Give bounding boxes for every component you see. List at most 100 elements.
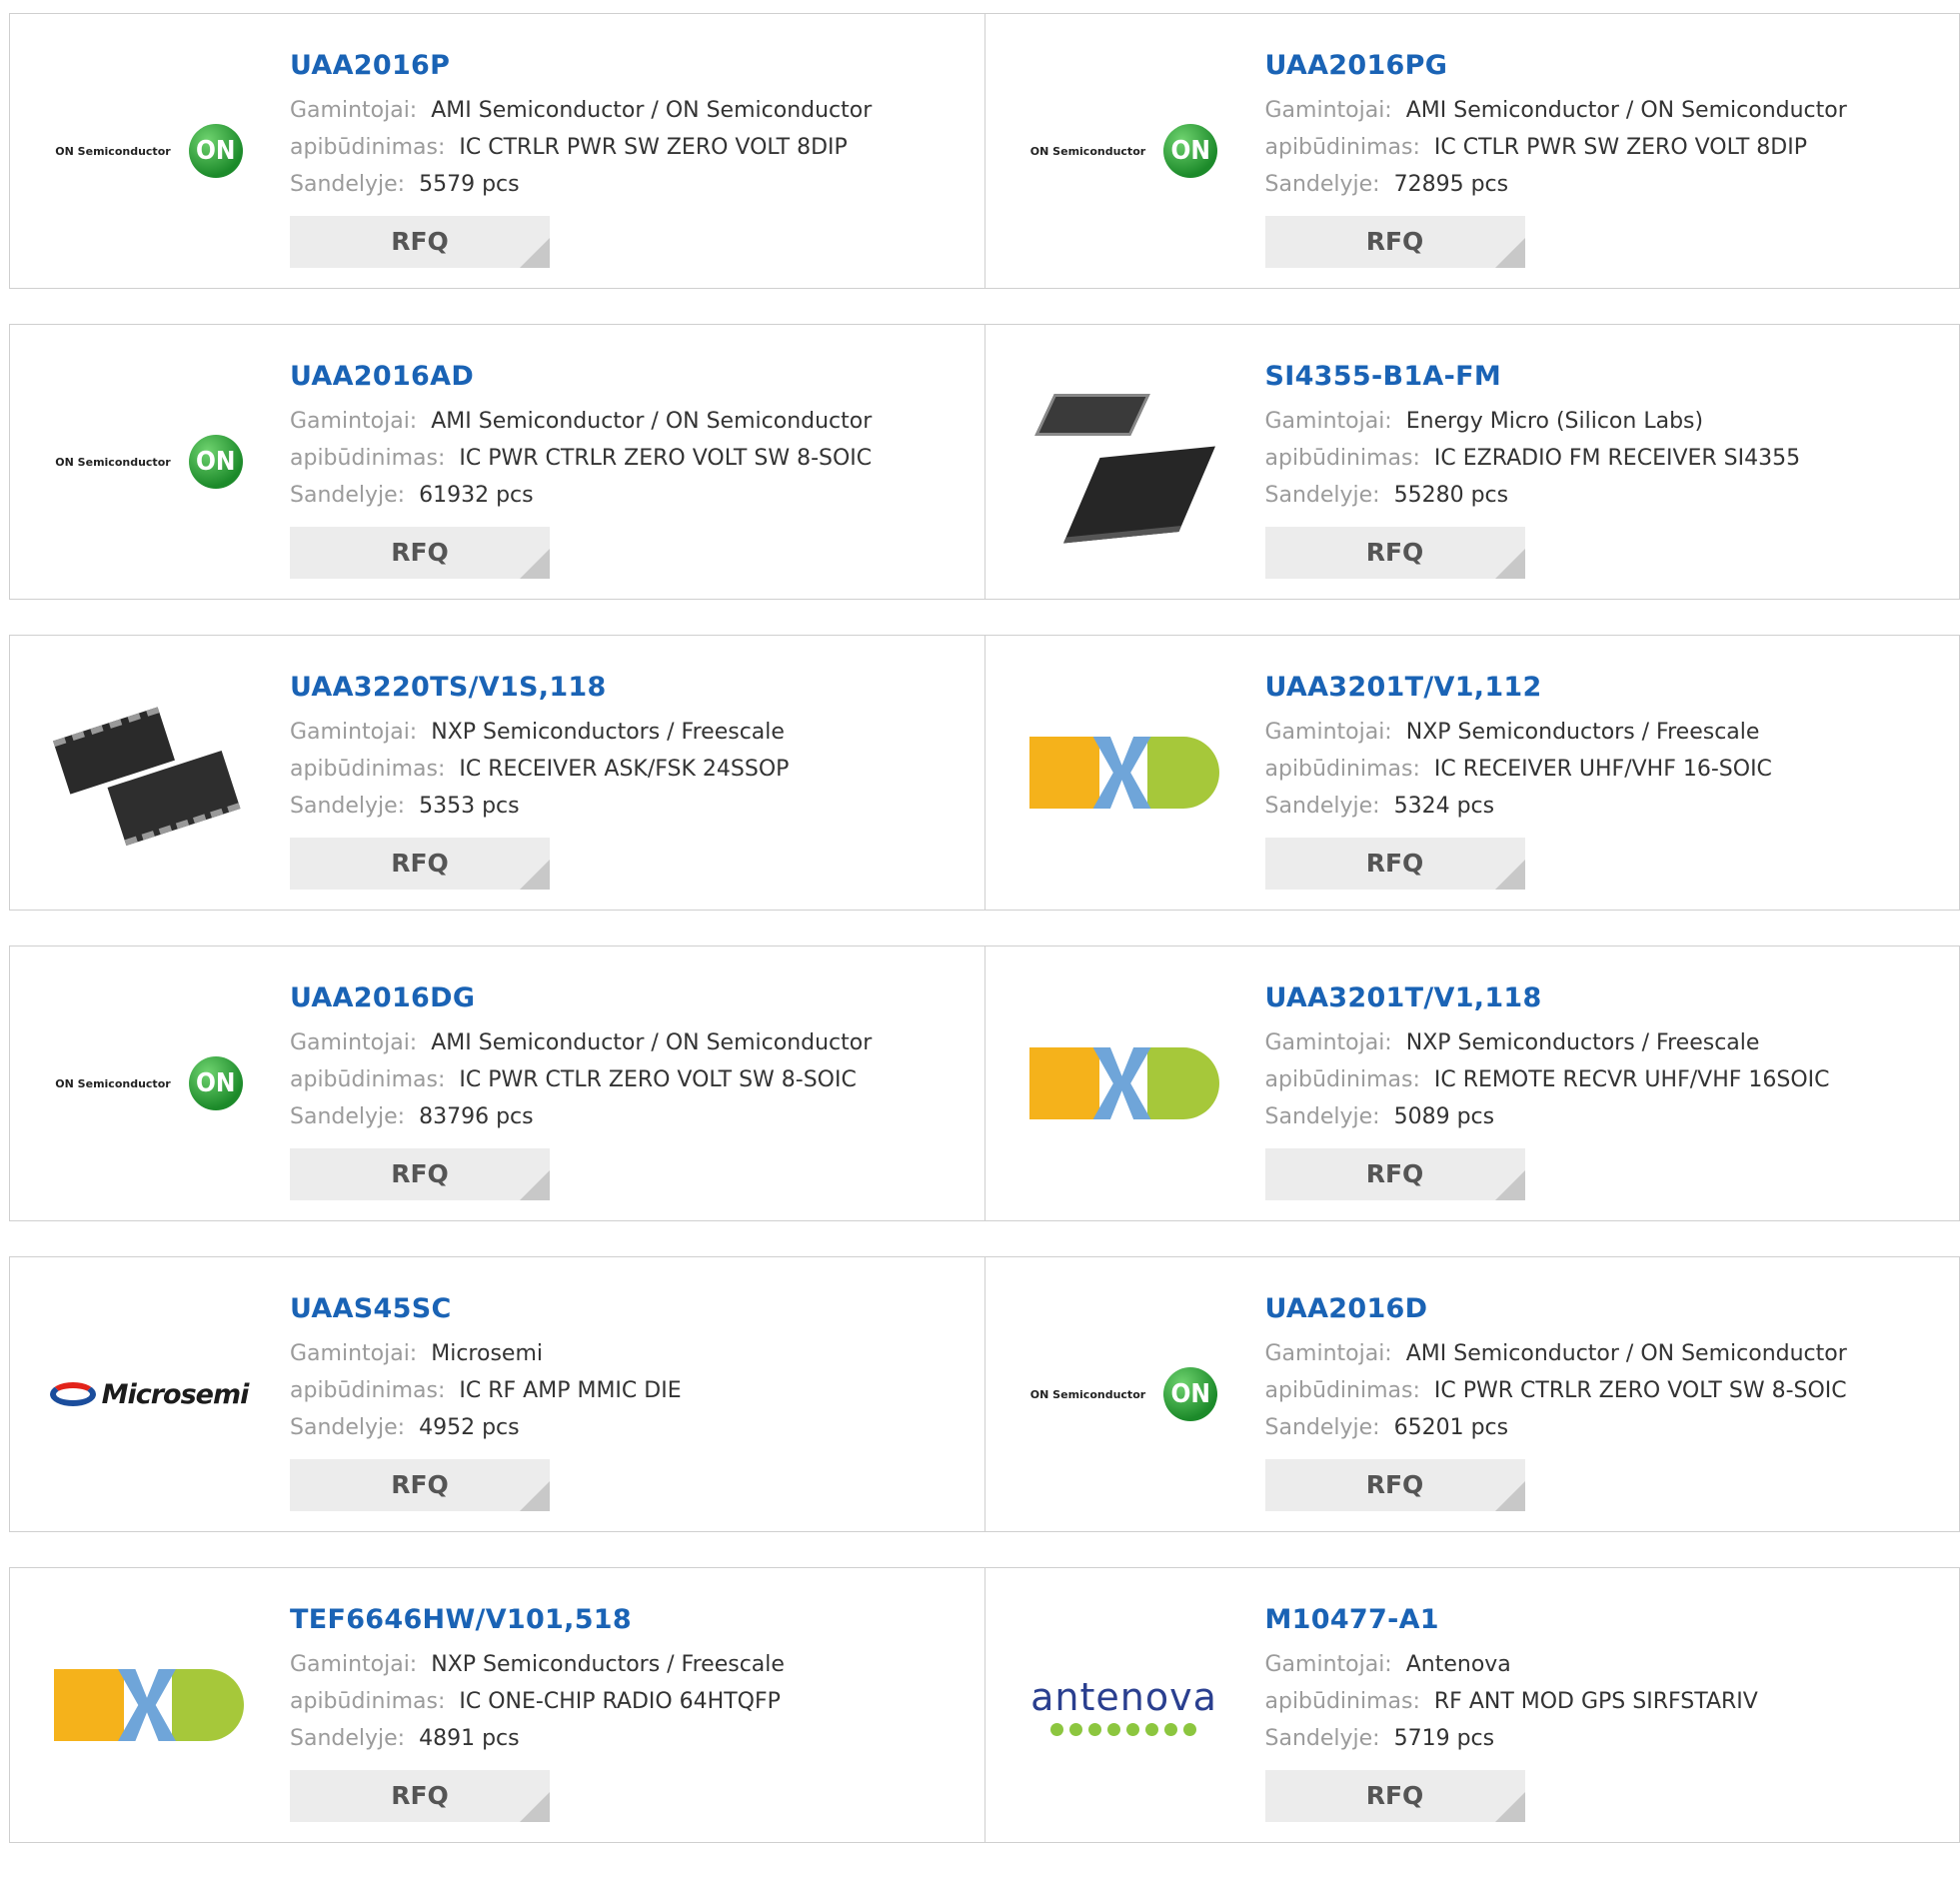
stock-label: Sandelyje: — [290, 794, 405, 819]
product-image[interactable]: ON SemiconductorON — [44, 365, 254, 559]
rfq-button[interactable]: RFQ — [1265, 838, 1525, 890]
part-number-link[interactable]: UAA2016DG — [290, 978, 970, 1018]
logo-text: antenova — [1030, 1675, 1217, 1719]
manufacturer-label: Gamintojai: — [1265, 720, 1392, 745]
manufacturer-label: Gamintojai: — [1265, 1341, 1392, 1366]
rfq-button[interactable]: RFQ — [1265, 1148, 1525, 1200]
product-grid: ON SemiconductorON UAA2016P Gamintojai: AMI… — [9, 13, 1960, 1878]
nxp-logo — [1029, 1047, 1219, 1119]
product-row: ON SemiconductorONUAA2016PGamintojai:AMI… — [9, 13, 1960, 289]
description-value: IC EZRADIO FM RECEIVER SI4355 — [1434, 446, 1800, 471]
product-image[interactable] — [1019, 986, 1229, 1180]
rfq-label: RFQ — [1366, 1159, 1424, 1188]
part-number-link[interactable]: UAAS45SC — [290, 1289, 970, 1329]
rfq-button[interactable]: RFQ — [1265, 1770, 1525, 1822]
on-semiconductor-logo: ON SemiconductorON — [55, 124, 242, 178]
corner-triangle-icon — [520, 860, 550, 890]
product-card: UAA3201T/V1,118 Gamintojai: NXP Semiconduc… — [985, 945, 1960, 1221]
product-image[interactable]: antenova — [1019, 1608, 1229, 1802]
corner-triangle-icon — [1495, 238, 1525, 268]
product-image[interactable]: ON SemiconductorON — [44, 986, 254, 1180]
manufacturer-value: AMI Semiconductor / ON Semiconductor — [431, 1030, 872, 1055]
manufacturer-value: Microsemi — [431, 1341, 543, 1366]
product-image[interactable]: ON SemiconductorON — [44, 54, 254, 248]
corner-triangle-icon — [1495, 1792, 1525, 1822]
manufacturer-value: AMI Semiconductor / ON Semiconductor — [1406, 1341, 1847, 1366]
description-label: apibūdinimas: — [1265, 135, 1420, 160]
description-row: apibūdinimas:IC CTRLR PWR SW ZERO VOLT 8… — [290, 129, 970, 166]
stock-label: Sandelyje: — [290, 483, 405, 508]
stock-value: 5089 pcs — [1394, 1104, 1495, 1129]
manufacturer-value: AMI Semiconductor / ON Semiconductor — [431, 98, 872, 123]
rfq-button[interactable]: RFQ — [1265, 527, 1525, 579]
stock-row: Sandelyje:5324 pcs — [1265, 788, 1945, 825]
product-image[interactable]: Microsemi — [44, 1297, 254, 1491]
stock-value: 5579 pcs — [419, 172, 520, 197]
part-number-link[interactable]: UAA3220TS/V1S,118 — [290, 668, 970, 708]
rfq-label: RFQ — [391, 538, 449, 567]
part-number-link[interactable]: SI4355-B1A-FM — [1265, 357, 1945, 397]
product-card: SI4355-B1A-FM Gamintojai:Energy Micro (Si… — [985, 324, 1960, 600]
product-row: ON SemiconductorONUAA2016ADGamintojai:AM… — [9, 324, 1960, 600]
description-value: IC RF AMP MMIC DIE — [459, 1378, 681, 1403]
rfq-button[interactable]: RFQ — [1265, 216, 1525, 268]
nxp-logo — [54, 1669, 244, 1741]
manufacturer-row: Gamintojai: NXP Semiconductors / Freescal… — [1265, 1024, 1945, 1061]
rfq-button[interactable]: RFQ — [290, 527, 550, 579]
part-number-link[interactable]: TEF6646HW/V101,518 — [290, 1600, 970, 1640]
manufacturer-row: Gamintojai:Energy Micro (Silicon Labs) — [1265, 403, 1945, 440]
rfq-button[interactable]: RFQ — [290, 838, 550, 890]
rfq-label: RFQ — [1366, 227, 1424, 256]
on-semiconductor-logo: ON SemiconductorON — [1030, 124, 1217, 178]
product-row: UAA3220TS/V1S,118Gamintojai:NXP Semicond… — [9, 635, 1960, 911]
part-number-link[interactable]: UAA2016PG — [1265, 46, 1945, 86]
rfq-label: RFQ — [391, 1781, 449, 1810]
stock-label: Sandelyje: — [290, 172, 405, 197]
product-image[interactable] — [1019, 676, 1229, 870]
product-image[interactable] — [44, 676, 254, 870]
qfn-chip-photo — [1024, 372, 1224, 552]
microsemi-swirl-icon — [50, 1382, 96, 1406]
microsemi-logo: Microsemi — [50, 1379, 249, 1410]
rfq-button[interactable]: RFQ — [290, 1459, 550, 1511]
stock-value: 61932 pcs — [419, 483, 534, 508]
product-image[interactable]: ON SemiconductorON — [1019, 1297, 1229, 1491]
stock-row: Sandelyje:4891 pcs — [290, 1720, 970, 1757]
stock-row: Sandelyje: 61932 pcs — [290, 477, 970, 514]
product-image[interactable] — [1019, 365, 1229, 559]
manufacturer-value: Energy Micro (Silicon Labs) — [1406, 409, 1703, 434]
rfq-button[interactable]: RFQ — [290, 216, 550, 268]
on-badge-icon: ON — [1163, 1367, 1217, 1421]
rfq-button[interactable]: RFQ — [290, 1148, 550, 1200]
manufacturer-label: Gamintojai: — [290, 720, 417, 745]
stock-label: Sandelyje: — [1265, 794, 1380, 819]
description-label: apibūdinimas: — [1265, 446, 1420, 471]
description-row: apibūdinimas: IC REMOTE RECVR UHF/VHF 16S… — [1265, 1061, 1945, 1098]
product-info: UAA3201T/V1,118 Gamintojai: NXP Semiconduc… — [1265, 978, 1945, 1200]
manufacturer-value: NXP Semiconductors / Freescale — [1406, 1030, 1760, 1055]
description-value: IC REMOTE RECVR UHF/VHF 16SOIC — [1434, 1067, 1830, 1092]
stock-label: Sandelyje: — [1265, 1415, 1380, 1440]
rfq-button[interactable]: RFQ — [1265, 1459, 1525, 1511]
manufacturer-label: Gamintojai: — [290, 1652, 417, 1677]
part-number-link[interactable]: UAA3201T/V1,118 — [1265, 978, 1945, 1018]
description-row: apibūdinimas:IC RF AMP MMIC DIE — [290, 1372, 970, 1409]
product-image[interactable]: ON SemiconductorON — [1019, 54, 1229, 248]
product-info: UAA2016PGGamintojai:AMI Semiconductor / … — [1265, 46, 1945, 268]
description-row: apibūdinimas:IC PWR CTLR ZERO VOLT SW 8-… — [290, 1061, 970, 1098]
on-semiconductor-logo: ON SemiconductorON — [55, 1056, 242, 1110]
rfq-button[interactable]: RFQ — [290, 1770, 550, 1822]
manufacturer-value: AMI Semiconductor / ON Semiconductor — [431, 409, 872, 434]
part-number-link[interactable]: UAA3201T/V1,112 — [1265, 668, 1945, 708]
stock-label: Sandelyje: — [1265, 172, 1380, 197]
description-label: apibūdinimas: — [1265, 1067, 1420, 1092]
part-number-link[interactable]: UAA2016P — [290, 46, 970, 86]
manufacturer-label: Gamintojai: — [1265, 1030, 1392, 1055]
product-image[interactable] — [44, 1608, 254, 1802]
description-value: IC RECEIVER UHF/VHF 16-SOIC — [1434, 757, 1772, 782]
rfq-label: RFQ — [1366, 1781, 1424, 1810]
part-number-link[interactable]: UAA2016AD — [290, 357, 970, 397]
manufacturer-label: Gamintojai: — [1265, 1652, 1392, 1677]
part-number-link[interactable]: M10477-A1 — [1265, 1600, 1945, 1640]
part-number-link[interactable]: UAA2016D — [1265, 1289, 1945, 1329]
